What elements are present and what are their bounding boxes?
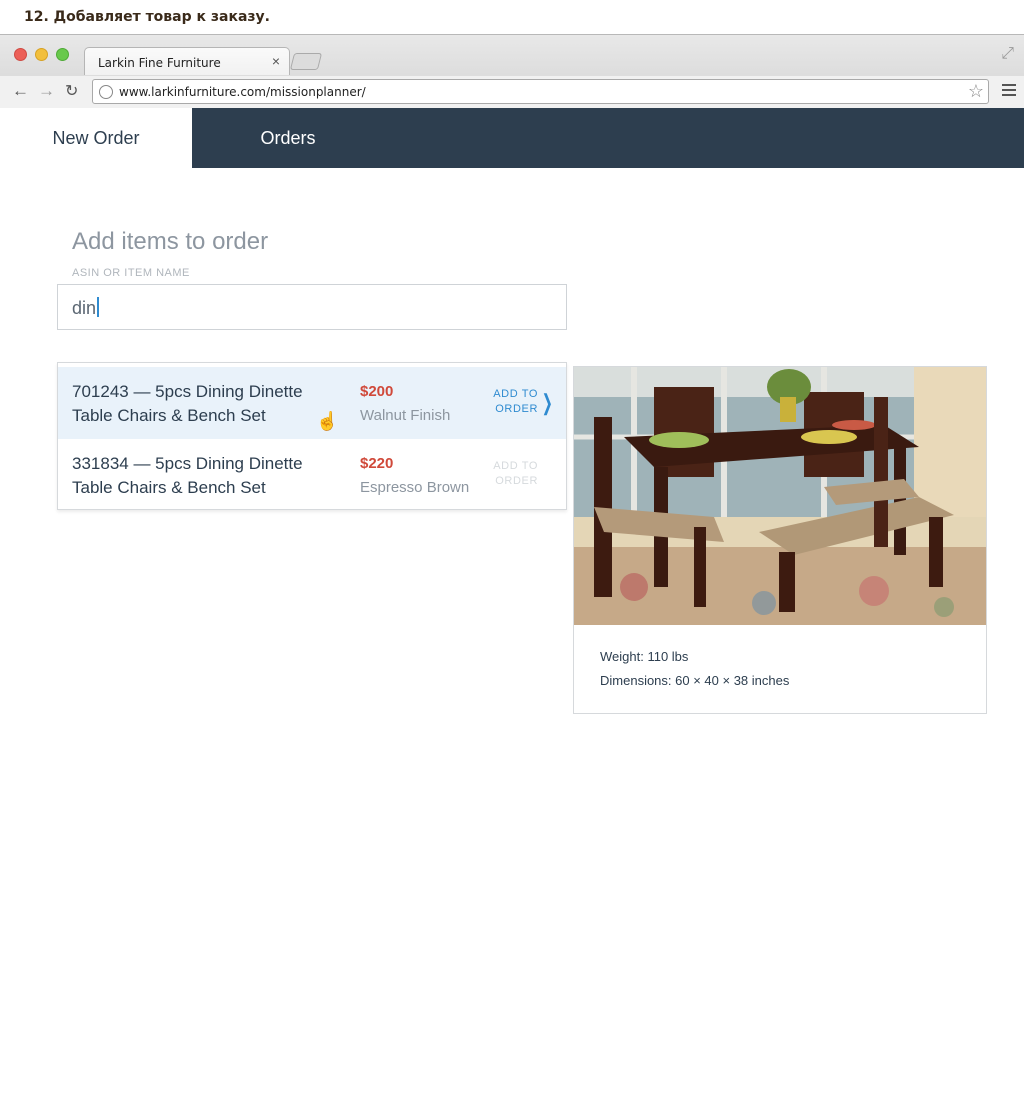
browser-toolbar: ← → ↻ www.larkinfurniture.com/missionpla… bbox=[0, 76, 1024, 109]
url-text[interactable]: www.larkinfurniture.com/missionplanner/ bbox=[119, 85, 366, 99]
browser-tab[interactable]: Larkin Fine Furniture × bbox=[84, 47, 290, 75]
reload-icon[interactable]: ↻ bbox=[65, 81, 78, 101]
search-input[interactable]: din bbox=[57, 284, 567, 330]
forward-arrow-icon[interactable]: → bbox=[38, 81, 55, 101]
add-to-order-button[interactable]: ADD TO ORDER bbox=[482, 459, 564, 495]
add-to-order-label: ADD TO ORDER bbox=[493, 460, 538, 487]
zoom-window-icon[interactable] bbox=[56, 48, 69, 61]
app-navigation: New Order Orders bbox=[0, 108, 1024, 168]
result-row[interactable]: 701243 — 5pcs Dining Dinette Table Chair… bbox=[58, 367, 566, 439]
tab-orders[interactable]: Orders bbox=[192, 108, 384, 168]
add-to-order-button[interactable]: ADD TO ORDER ❯ bbox=[482, 387, 564, 423]
product-dimensions: Dimensions: 60 × 40 × 38 inches bbox=[600, 673, 790, 688]
result-finish: Espresso Brown bbox=[360, 479, 470, 496]
tab-close-icon[interactable]: × bbox=[272, 53, 280, 69]
back-arrow-icon[interactable]: ← bbox=[12, 81, 29, 101]
result-finish: Walnut Finish bbox=[360, 407, 451, 424]
search-label: ASIN OR ITEM NAME bbox=[72, 267, 190, 279]
result-name: 331834 — 5pcs Dining Dinette Table Chair… bbox=[72, 454, 303, 497]
result-name: 701243 — 5pcs Dining Dinette Table Chair… bbox=[72, 382, 303, 425]
product-photo bbox=[574, 367, 986, 625]
dining-set-image bbox=[574, 367, 986, 625]
add-to-order-label: ADD TO ORDER bbox=[493, 388, 538, 415]
hand-cursor-icon: ☝ bbox=[316, 411, 339, 431]
new-tab-button[interactable] bbox=[289, 53, 323, 70]
tab-title: Larkin Fine Furniture bbox=[98, 56, 221, 70]
tab-new-order[interactable]: New Order bbox=[0, 108, 192, 168]
fullscreen-icon[interactable]: ⤢ bbox=[1001, 45, 1014, 63]
minimize-window-icon[interactable] bbox=[35, 48, 48, 61]
text-caret bbox=[97, 297, 99, 317]
page-title: Add items to order bbox=[72, 228, 269, 255]
chevron-right-icon: ❯ bbox=[541, 390, 553, 415]
step-caption: 12. Добавляет товар к заказу. bbox=[24, 9, 270, 25]
result-price: $200 bbox=[360, 383, 394, 400]
result-row[interactable]: 331834 — 5pcs Dining Dinette Table Chair… bbox=[58, 439, 566, 511]
result-price: $220 bbox=[360, 455, 394, 472]
star-icon[interactable]: ☆ bbox=[968, 81, 984, 102]
globe-icon bbox=[99, 85, 113, 99]
address-bar[interactable]: www.larkinfurniture.com/missionplanner/ … bbox=[92, 79, 989, 104]
close-window-icon[interactable] bbox=[14, 48, 27, 61]
menu-icon[interactable] bbox=[1002, 84, 1016, 99]
search-results-dropdown: 701243 — 5pcs Dining Dinette Table Chair… bbox=[57, 362, 567, 510]
browser-chrome: Larkin Fine Furniture × ⤢ ← → ↻ www.lark… bbox=[0, 34, 1024, 109]
product-weight: Weight: 110 lbs bbox=[600, 649, 689, 664]
product-detail-card: Weight: 110 lbs Dimensions: 60 × 40 × 38… bbox=[573, 366, 987, 714]
search-value: din bbox=[72, 297, 99, 319]
